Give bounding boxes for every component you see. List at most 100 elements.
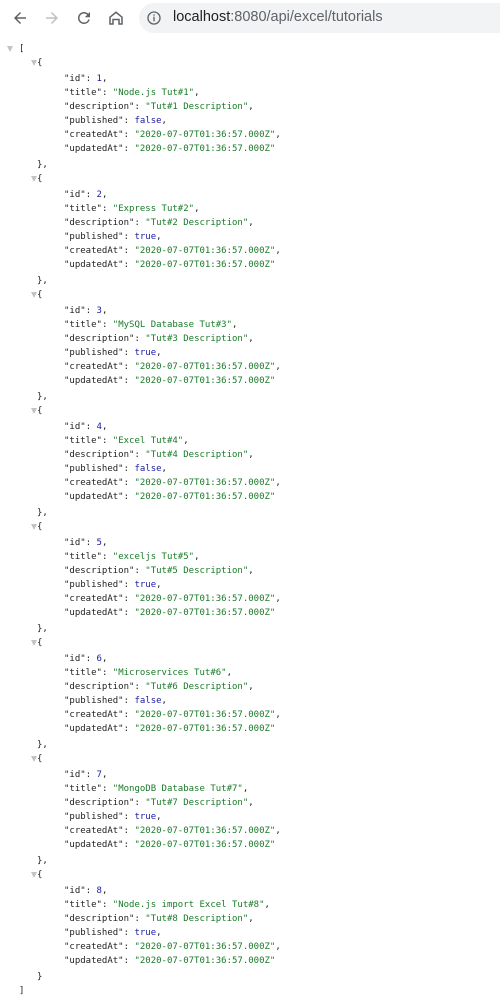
json-colon: : — [134, 450, 146, 460]
json-value-updatedAt: "2020-07-07T01:36:57.000Z" — [134, 608, 276, 618]
json-line-id: "id": 7, — [64, 768, 107, 782]
json-line-createdAt: "createdAt": "2020-07-07T01:36:57.000Z", — [64, 360, 281, 374]
address-bar[interactable]: localhost:8080/api/excel/tutorials — [139, 3, 500, 33]
json-key-createdAt: "createdAt" — [64, 942, 124, 952]
json-colon: : — [85, 654, 97, 664]
back-button[interactable] — [8, 6, 32, 30]
reload-button[interactable] — [72, 6, 96, 30]
json-line-description: "description": "Tut#5 Description", — [64, 564, 254, 578]
json-value-published: true — [134, 348, 157, 358]
object-open-brace: { — [37, 406, 43, 416]
json-line-id: "id": 5, — [64, 536, 107, 550]
json-comma: , — [101, 538, 108, 548]
url-text[interactable]: localhost:8080/api/excel/tutorials — [173, 9, 383, 25]
object-close-brace: }, — [37, 740, 48, 750]
json-colon: : — [134, 682, 146, 692]
object-close-brace: }, — [37, 392, 48, 402]
json-line-description: "description": "Tut#8 Description", — [64, 912, 254, 926]
json-comma: , — [101, 306, 108, 316]
json-key-createdAt: "createdAt" — [64, 478, 124, 488]
json-colon: : — [123, 724, 135, 734]
json-comma: , — [275, 130, 281, 140]
json-line-updatedAt: "updatedAt": "2020-07-07T01:36:57.000Z" — [64, 954, 275, 968]
json-line-description: "description": "Tut#3 Description", — [64, 332, 254, 346]
json-key-published: "published" — [64, 232, 124, 242]
json-key-id: "id" — [64, 538, 86, 548]
object-close-brace: }, — [37, 856, 48, 866]
json-key-published: "published" — [64, 464, 124, 474]
json-line-id: "id": 8, — [64, 884, 107, 898]
json-comma: , — [156, 812, 162, 822]
json-line-title: "title": "MongoDB Database Tut#7", — [64, 782, 248, 796]
object-open-line: { — [37, 404, 42, 418]
json-comma: , — [248, 450, 254, 460]
json-value-title: "Excel Tut#4" — [112, 436, 184, 446]
json-key-description: "description" — [64, 218, 135, 228]
json-line-published: "published": false, — [64, 694, 167, 708]
json-colon: : — [101, 784, 113, 794]
json-key-updatedAt: "updatedAt" — [64, 724, 124, 734]
json-key-title: "title" — [64, 436, 102, 446]
json-line-createdAt: "createdAt": "2020-07-07T01:36:57.000Z", — [64, 128, 281, 142]
json-colon: : — [123, 826, 135, 836]
json-line-published: "published": true, — [64, 578, 162, 592]
json-value-createdAt: "2020-07-07T01:36:57.000Z" — [134, 710, 276, 720]
object-close-line: }, — [37, 622, 48, 636]
home-button[interactable] — [104, 6, 128, 30]
json-comma: , — [248, 682, 254, 692]
json-key-title: "title" — [64, 552, 102, 562]
json-colon: : — [123, 710, 135, 720]
json-value-updatedAt: "2020-07-07T01:36:57.000Z" — [134, 492, 276, 502]
json-key-id: "id" — [64, 306, 86, 316]
object-open-line: { — [37, 752, 42, 766]
json-value-published: false — [134, 116, 162, 126]
json-line-description: "description": "Tut#7 Description", — [64, 796, 254, 810]
json-line-createdAt: "createdAt": "2020-07-07T01:36:57.000Z", — [64, 940, 281, 954]
json-key-updatedAt: "updatedAt" — [64, 144, 124, 154]
json-value-published: true — [134, 928, 157, 938]
object-close-line: }, — [37, 158, 48, 172]
object-close-line: } — [37, 970, 42, 984]
json-line-updatedAt: "updatedAt": "2020-07-07T01:36:57.000Z" — [64, 258, 275, 272]
json-value-createdAt: "2020-07-07T01:36:57.000Z" — [134, 246, 276, 256]
json-line-title: "title": "MySQL Database Tut#3", — [64, 318, 237, 332]
json-line-createdAt: "createdAt": "2020-07-07T01:36:57.000Z", — [64, 708, 281, 722]
forward-button[interactable] — [40, 6, 64, 30]
json-comma: , — [248, 102, 254, 112]
json-key-createdAt: "createdAt" — [64, 130, 124, 140]
json-line-id: "id": 2, — [64, 188, 107, 202]
json-key-title: "title" — [64, 320, 102, 330]
json-value-title: "Express Tut#2" — [112, 204, 195, 214]
json-key-title: "title" — [64, 204, 102, 214]
json-key-createdAt: "createdAt" — [64, 246, 124, 256]
json-key-updatedAt: "updatedAt" — [64, 840, 124, 850]
array-open-bracket: [ — [19, 44, 25, 54]
object-open-line: { — [37, 288, 42, 302]
object-open-brace: { — [37, 290, 43, 300]
json-line-description: "description": "Tut#6 Description", — [64, 680, 254, 694]
json-value-updatedAt: "2020-07-07T01:36:57.000Z" — [134, 840, 276, 850]
json-comma: , — [226, 668, 232, 678]
json-key-description: "description" — [64, 102, 135, 112]
json-key-published: "published" — [64, 580, 124, 590]
json-value-description: "Tut#3 Description" — [145, 334, 249, 344]
json-colon: : — [134, 334, 146, 344]
array-collapse-toggle[interactable] — [7, 46, 13, 52]
json-colon: : — [123, 478, 135, 488]
json-key-title: "title" — [64, 784, 102, 794]
json-comma: , — [275, 826, 281, 836]
json-line-title: "title": "Express Tut#2", — [64, 202, 199, 216]
json-comma: , — [248, 798, 254, 808]
json-value-published: true — [134, 232, 157, 242]
json-comma: , — [248, 914, 254, 924]
json-value-title: "MySQL Database Tut#3" — [112, 320, 232, 330]
site-info-icon[interactable] — [146, 10, 162, 26]
json-key-title: "title" — [64, 668, 102, 678]
json-key-published: "published" — [64, 348, 124, 358]
json-comma: , — [275, 710, 281, 720]
forward-arrow-icon — [46, 12, 58, 24]
json-colon: : — [123, 956, 135, 966]
json-value-title: "Node.js Tut#1" — [112, 88, 195, 98]
json-colon: : — [134, 566, 146, 576]
json-comma: , — [101, 190, 108, 200]
